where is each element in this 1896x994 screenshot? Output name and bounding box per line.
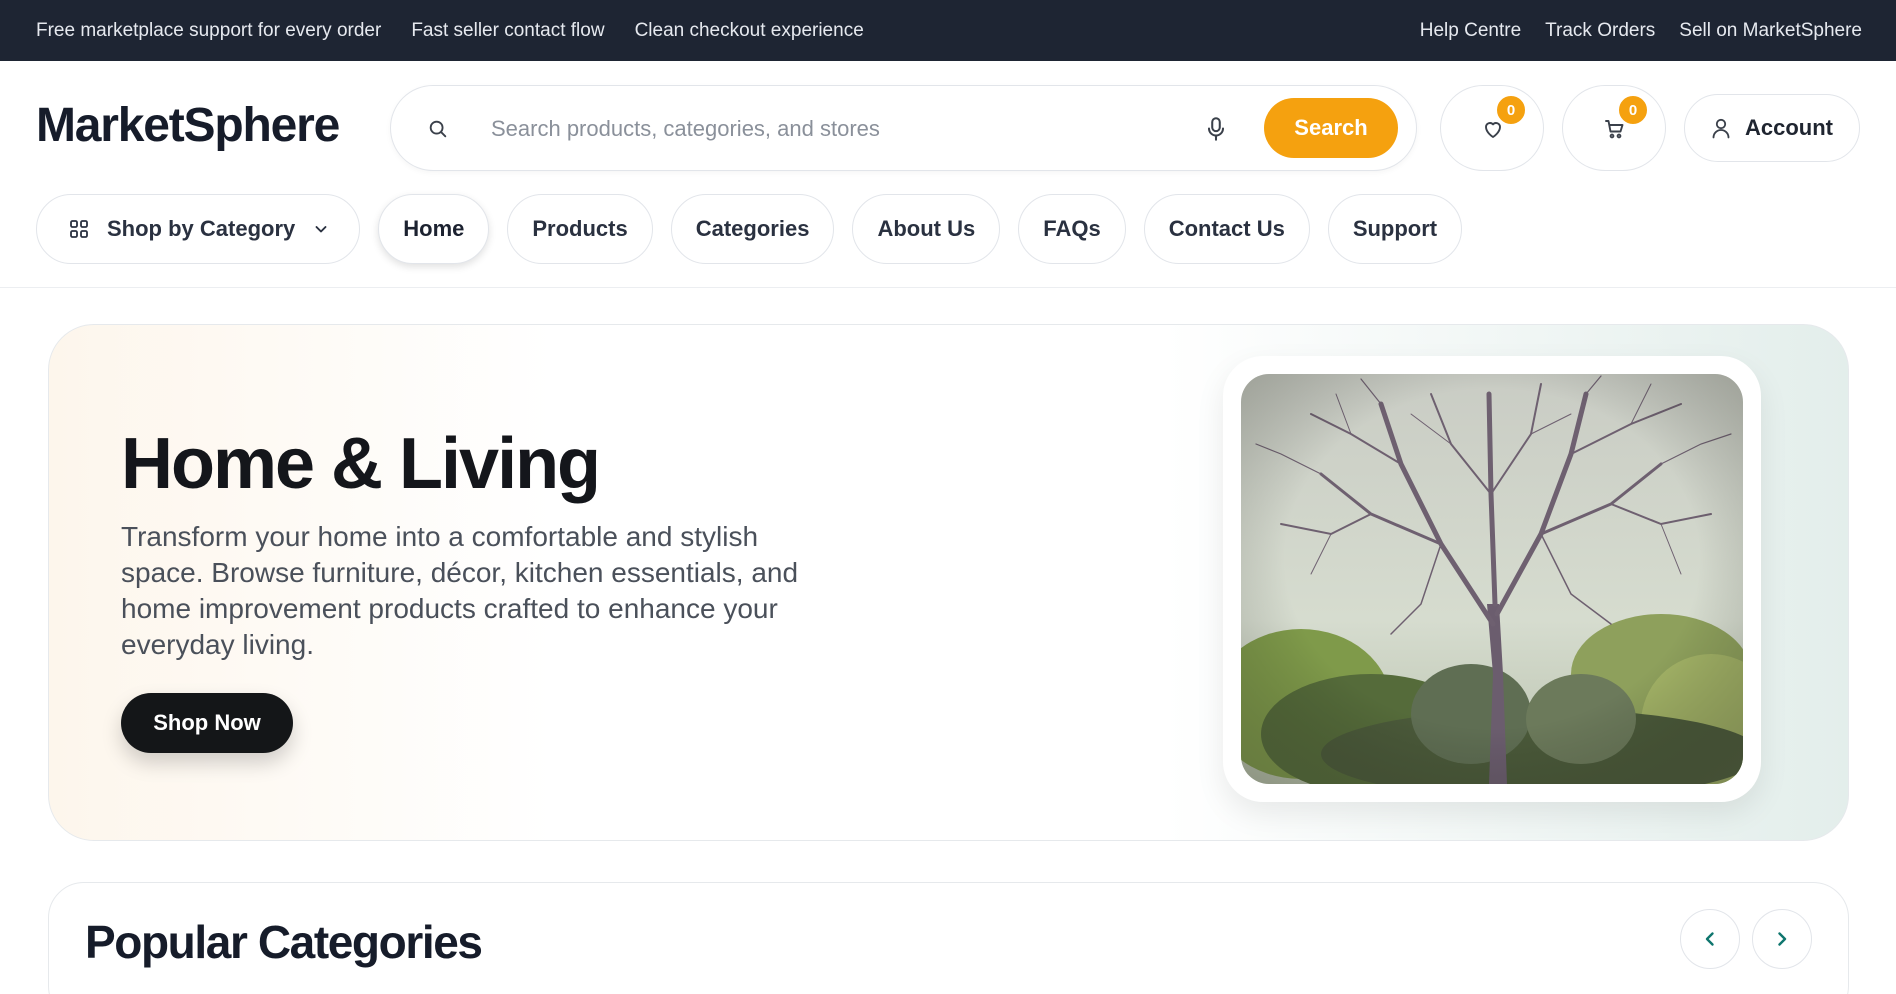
hero-banner: Home & Living Transform your home into a…: [48, 324, 1849, 841]
popular-categories-title: Popular Categories: [85, 916, 483, 968]
sell-link[interactable]: Sell on MarketSphere: [1679, 20, 1862, 42]
cart-count-badge: 0: [1617, 94, 1649, 126]
grid-icon: [70, 220, 88, 238]
site-logo[interactable]: MarketSphere: [36, 98, 340, 153]
shop-by-category-button[interactable]: Shop by Category: [36, 194, 361, 264]
cart-button[interactable]: 0: [1562, 85, 1666, 171]
shop-now-button[interactable]: Shop Now: [121, 693, 293, 753]
topbar-promo: Clean checkout experience: [634, 19, 864, 41]
track-orders-link[interactable]: Track Orders: [1545, 20, 1655, 42]
nav-item-home[interactable]: Home: [378, 194, 490, 264]
category-button-label: Shop by Category: [107, 216, 296, 241]
hero-image-frame: [1223, 356, 1761, 802]
nav-item-support[interactable]: Support: [1327, 194, 1463, 264]
topbar-links: Help Centre Track Orders Sell on MarketS…: [1420, 0, 1862, 61]
help-centre-link[interactable]: Help Centre: [1420, 20, 1521, 42]
main-nav: Shop by Category Home Products Categorie…: [36, 194, 1463, 264]
hero-description: Transform your home into a comfortable a…: [121, 521, 799, 660]
microphone-icon[interactable]: [1203, 115, 1229, 143]
topbar-promo: Fast seller contact flow: [411, 19, 605, 41]
search-icon: [429, 120, 447, 138]
carousel-next-button[interactable]: [1752, 909, 1812, 969]
hero-title: Home & Living: [121, 424, 601, 504]
top-bar: Free marketplace support for every order…: [0, 0, 1896, 61]
account-label: Account: [1745, 115, 1833, 140]
nav-item-contact-us[interactable]: Contact Us: [1143, 194, 1310, 264]
nav-item-faqs[interactable]: FAQs: [1018, 194, 1126, 264]
nav-item-categories[interactable]: Categories: [670, 194, 835, 264]
popular-categories-section: Popular Categories: [48, 882, 1849, 994]
nav-item-about-us[interactable]: About Us: [852, 194, 1001, 264]
nav-item-products[interactable]: Products: [507, 194, 653, 264]
carousel-prev-button[interactable]: [1680, 909, 1740, 969]
topbar-promo: Free marketplace support for every order: [36, 19, 382, 41]
search-bar: Search: [390, 85, 1417, 171]
topbar-promos: Free marketplace support for every order…: [36, 0, 864, 61]
search-button[interactable]: Search: [1264, 98, 1398, 158]
search-input[interactable]: [491, 106, 1171, 152]
user-icon: [1712, 118, 1730, 139]
chevron-down-icon: [315, 226, 327, 233]
chevron-left-icon: [1705, 932, 1714, 946]
account-button[interactable]: Account: [1684, 94, 1860, 162]
wishlist-button[interactable]: 0: [1440, 85, 1544, 171]
header-divider: [0, 287, 1896, 288]
chevron-right-icon: [1778, 932, 1787, 946]
wishlist-count-badge: 0: [1495, 94, 1527, 126]
hero-image: [1241, 374, 1743, 784]
